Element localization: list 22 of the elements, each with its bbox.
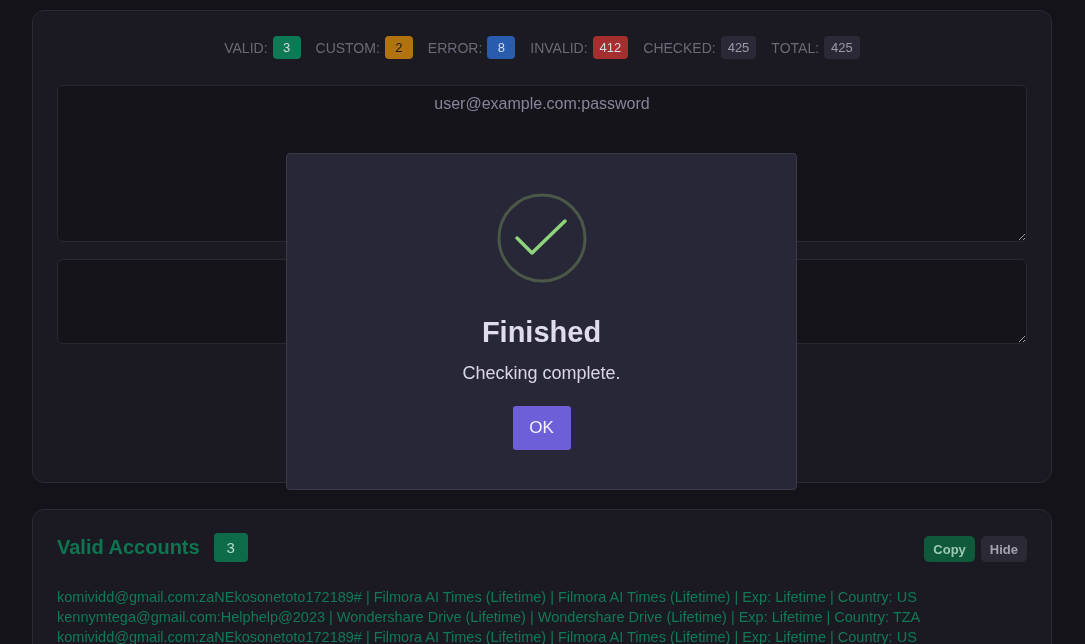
stat-count: 3 bbox=[272, 36, 301, 59]
stat-count: 2 bbox=[384, 36, 413, 59]
dialog-message: Checking complete. bbox=[462, 363, 621, 384]
section-title: Valid Accounts bbox=[57, 535, 200, 559]
stat-label: CHECKED: bbox=[643, 39, 716, 56]
check-circle-icon bbox=[496, 193, 587, 283]
stat-count: 412 bbox=[592, 36, 629, 59]
stat-count: 8 bbox=[487, 36, 516, 59]
dialog-title: Finished bbox=[481, 316, 602, 349]
stat-label: TOTAL: bbox=[771, 39, 820, 56]
account-line: kennymtega@gmail.com:Helphelp@2023 | Wondershare Drive (Lifetime) | Wondershare Drive (Lifetime) | Exp: Lifetime | Country: TZA bbox=[57, 608, 922, 627]
hide-button[interactable]: Hide bbox=[980, 536, 1027, 562]
stat-label: ERROR: bbox=[427, 39, 483, 56]
stat-label: INVALID: bbox=[530, 39, 588, 56]
stat-count: 425 bbox=[824, 36, 860, 59]
stat-label: CUSTOM: bbox=[315, 39, 380, 56]
stat-label: VALID: bbox=[224, 39, 268, 56]
stat-count: 425 bbox=[720, 36, 757, 59]
account-line: komividd@gmail.com:zaNEkosonetoto172189# | Filmora AI Times (Lifetime) | Filmora AI Times (Lifetime) | Exp: Lifetime | Country: US bbox=[57, 588, 918, 607]
copy-button[interactable]: Copy bbox=[924, 536, 975, 562]
ok-button[interactable]: OK bbox=[512, 406, 571, 450]
count-badge: 3 bbox=[213, 532, 248, 562]
